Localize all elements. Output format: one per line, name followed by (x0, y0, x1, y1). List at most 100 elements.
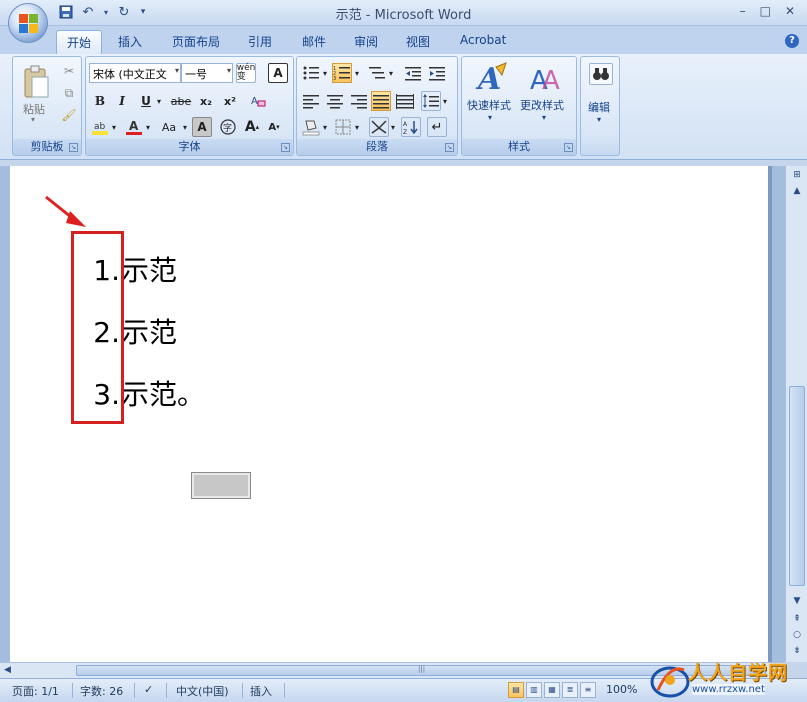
increase-indent-button[interactable] (427, 63, 447, 83)
outline-view-icon[interactable]: ≣ (562, 682, 578, 698)
scroll-left-icon[interactable]: ◀ (4, 665, 11, 675)
font-size-dropdown-icon[interactable]: ▾ (227, 66, 231, 75)
bullets-button[interactable] (301, 63, 321, 83)
vertical-scroll-thumb[interactable] (789, 386, 805, 586)
gray-rectangle-shape[interactable] (191, 472, 251, 499)
align-right-button[interactable] (349, 91, 369, 111)
language-indicator[interactable]: 中文(中国) (176, 683, 229, 699)
change-styles-button[interactable]: AA (526, 61, 566, 95)
editing-dropdown-icon[interactable]: ▾ (597, 115, 601, 124)
bold-button[interactable]: B (90, 91, 110, 111)
change-case-dropdown-icon[interactable]: ▾ (181, 117, 189, 137)
clipboard-launcher-icon[interactable]: ↘ (69, 143, 78, 152)
quick-styles-button[interactable]: A (472, 61, 512, 95)
tab-mailings[interactable]: 邮件 (292, 30, 336, 54)
web-layout-icon[interactable]: ▦ (544, 682, 560, 698)
office-button[interactable] (8, 3, 48, 43)
styles-launcher-icon[interactable]: ↘ (564, 143, 573, 152)
copy-icon[interactable]: ⧉ (59, 83, 79, 103)
numbering-dropdown-icon[interactable]: ▾ (353, 63, 361, 83)
distributed-button[interactable] (395, 91, 415, 111)
minimize-button[interactable]: – (740, 4, 746, 18)
format-painter-icon[interactable]: 🖌 (59, 105, 79, 125)
multilevel-list-button[interactable] (367, 63, 387, 83)
font-color-button[interactable]: A (124, 117, 144, 137)
strikethrough-button[interactable]: abe (168, 91, 194, 111)
close-button[interactable]: ✕ (785, 4, 795, 18)
tab-acrobat[interactable]: Acrobat (450, 30, 516, 54)
tab-review[interactable]: 审阅 (344, 30, 388, 54)
justify-button[interactable] (371, 91, 391, 111)
tab-home[interactable]: 开始 (56, 30, 103, 54)
line-spacing-button[interactable] (421, 91, 441, 111)
editing-label[interactable]: 编辑 (588, 99, 610, 115)
font-launcher-icon[interactable]: ↘ (281, 143, 290, 152)
font-name-dropdown-icon[interactable]: ▾ (175, 66, 179, 75)
scroll-up-icon[interactable]: ▲ (789, 184, 805, 198)
find-button[interactable] (589, 63, 613, 85)
tab-view[interactable]: 视图 (396, 30, 440, 54)
view-ruler-icon[interactable]: ⊞ (789, 168, 805, 182)
increase-indent-icon (429, 67, 445, 81)
superscript-button[interactable]: x² (220, 91, 240, 111)
line-spacing-dropdown-icon[interactable]: ▾ (441, 91, 449, 111)
quick-styles-dropdown-icon[interactable]: ▾ (488, 113, 492, 122)
paste-button[interactable] (19, 61, 53, 105)
italic-button[interactable]: I (112, 91, 132, 111)
chinese-layout-button[interactable] (369, 117, 389, 137)
select-browse-object-icon[interactable]: ○ (789, 628, 805, 642)
subscript-button[interactable]: x₂ (196, 91, 216, 111)
underline-dropdown-icon[interactable]: ▾ (154, 91, 164, 111)
clear-formatting-button[interactable]: A (248, 91, 268, 111)
decrease-indent-button[interactable] (403, 63, 423, 83)
cut-icon[interactable]: ✂ (59, 61, 79, 81)
show-marks-button[interactable]: ↵ (427, 117, 447, 137)
annotation-arrow-icon (45, 195, 86, 227)
tab-insert[interactable]: 插入 (108, 30, 152, 54)
grow-font-button[interactable]: A ▴ (242, 117, 262, 137)
shading-button[interactable] (301, 117, 321, 137)
chinese-layout-dropdown-icon[interactable]: ▾ (389, 117, 397, 137)
font-color-dropdown-icon[interactable]: ▾ (144, 117, 152, 137)
tab-page-layout[interactable]: 页面布局 (162, 30, 230, 54)
font-name-combo[interactable]: 宋体 (中文正文 ▾ (89, 63, 181, 83)
highlight-button[interactable]: ab (90, 117, 110, 137)
char-shading-button[interactable]: A (192, 117, 212, 137)
numbering-button[interactable]: 123 (332, 63, 352, 83)
vertical-scrollbar[interactable]: ⊞ ▲ ▼ ⇞ ○ ⇟ (785, 166, 807, 662)
borders-button[interactable] (333, 117, 353, 137)
shrink-font-button[interactable]: A ▾ (264, 117, 284, 137)
proofing-icon[interactable]: ✓ (144, 683, 153, 696)
align-center-button[interactable] (325, 91, 345, 111)
bullets-dropdown-icon[interactable]: ▾ (321, 63, 329, 83)
word-count[interactable]: 字数: 26 (80, 683, 123, 699)
page-count[interactable]: 页面: 1/1 (12, 683, 59, 699)
highlight-dropdown-icon[interactable]: ▾ (110, 117, 118, 137)
phonetic-guide-button[interactable]: wén 变 (236, 63, 256, 83)
next-page-icon[interactable]: ⇟ (789, 644, 805, 658)
char-border-button[interactable]: A (268, 63, 288, 83)
scroll-down-icon[interactable]: ▼ (789, 594, 805, 608)
print-layout-view-icon[interactable]: ▤ (508, 682, 524, 698)
shading-dropdown-icon[interactable]: ▾ (321, 117, 329, 137)
draft-view-icon[interactable]: ≡ (580, 682, 596, 698)
group-paragraph: ▾ 123 ▾ ▾ ▾ ▾ ▾ ▾ A Z ↵ 段落 ↘ (296, 56, 458, 156)
multilevel-dropdown-icon[interactable]: ▾ (387, 63, 395, 83)
help-icon[interactable]: ? (785, 34, 799, 48)
insert-mode-indicator[interactable]: 插入 (250, 683, 272, 699)
enclose-char-button[interactable]: 字 (218, 117, 238, 137)
full-screen-reading-icon[interactable]: ▥ (526, 682, 542, 698)
underline-button[interactable]: U (136, 91, 156, 111)
align-left-button[interactable] (301, 91, 321, 111)
previous-page-icon[interactable]: ⇞ (789, 612, 805, 626)
sort-button[interactable]: AZ (401, 117, 421, 137)
tab-references[interactable]: 引用 (238, 30, 282, 54)
change-case-button[interactable]: Aa (156, 117, 182, 137)
paragraph-launcher-icon[interactable]: ↘ (445, 143, 454, 152)
change-styles-dropdown-icon[interactable]: ▾ (542, 113, 546, 122)
zoom-level[interactable]: 100% (606, 683, 637, 696)
maximize-button[interactable]: □ (760, 4, 771, 18)
paste-dropdown-icon[interactable]: ▾ (31, 115, 35, 124)
font-size-combo[interactable]: 一号 ▾ (181, 63, 233, 83)
borders-dropdown-icon[interactable]: ▾ (353, 117, 361, 137)
